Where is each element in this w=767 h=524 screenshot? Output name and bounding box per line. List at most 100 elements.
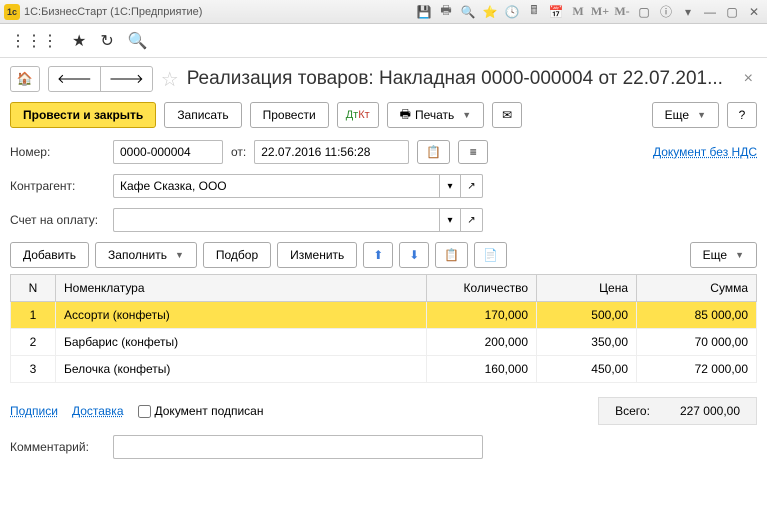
document-content: 🏠 🡐 🡒 ☆ Реализация товаров: Накладная 00…: [0, 58, 767, 524]
help-button[interactable]: ?: [727, 102, 757, 128]
post-and-close-button[interactable]: Провести и закрыть: [10, 102, 156, 128]
history-icon[interactable]: 🕓: [503, 3, 521, 21]
invoice-dropdown-icon[interactable]: ▾: [439, 208, 461, 232]
post-button[interactable]: Провести: [250, 102, 329, 128]
close-document-icon[interactable]: ×: [740, 70, 757, 88]
table-more-button[interactable]: Еще▼: [690, 242, 757, 268]
no-vat-link[interactable]: Документ без НДС: [653, 145, 757, 159]
col-price[interactable]: Цена: [537, 275, 637, 302]
col-qty[interactable]: Количество: [427, 275, 537, 302]
table-row[interactable]: 1Ассорти (конфеты)170,000500,0085 000,00: [11, 302, 757, 329]
col-n[interactable]: N: [11, 275, 56, 302]
cell-sum: 85 000,00: [637, 302, 757, 329]
move-up-button[interactable]: ⬆: [363, 242, 393, 268]
star-icon[interactable]: ★: [72, 31, 86, 51]
number-input[interactable]: [113, 140, 223, 164]
chevron-down-icon: ▼: [462, 110, 471, 120]
memory-mplus-icon[interactable]: M+: [591, 3, 609, 21]
counterparty-dropdown-icon[interactable]: ▾: [439, 174, 461, 198]
move-down-button[interactable]: ⬇: [399, 242, 429, 268]
signed-checkbox-input[interactable]: [138, 405, 151, 418]
memory-mminus-icon[interactable]: M-: [613, 3, 631, 21]
document-header: 🏠 🡐 🡒 ☆ Реализация товаров: Накладная 00…: [10, 66, 757, 92]
col-sum[interactable]: Сумма: [637, 275, 757, 302]
history-list-icon[interactable]: ↻: [100, 31, 113, 51]
minimize-icon[interactable]: —: [701, 3, 719, 21]
pick-button[interactable]: Подбор: [203, 242, 271, 268]
table-toolbar: Добавить Заполнить▼ Подбор Изменить ⬆ ⬇ …: [10, 242, 757, 268]
date-input[interactable]: [254, 140, 409, 164]
paste-button[interactable]: 📄: [474, 242, 507, 268]
from-label: от:: [231, 145, 246, 159]
fill-button[interactable]: Заполнить▼: [95, 242, 197, 268]
signed-checkbox[interactable]: Документ подписан: [138, 404, 264, 418]
counterparty-label: Контрагент:: [10, 179, 105, 193]
save-button[interactable]: Записать: [164, 102, 241, 128]
table-row[interactable]: 3Белочка (конфеты)160,000450,0072 000,00: [11, 356, 757, 383]
chevron-down-icon: ▼: [175, 250, 184, 260]
forward-button[interactable]: 🡒: [100, 67, 152, 91]
print-button[interactable]: 🖶Печать▼: [387, 102, 485, 128]
doc-search-icon[interactable]: 🔍: [459, 3, 477, 21]
home-button[interactable]: 🏠: [10, 66, 40, 92]
signatures-link[interactable]: Подписи: [10, 404, 58, 418]
invoice-input[interactable]: [113, 208, 439, 232]
total-label: Всего:: [615, 404, 650, 418]
dt-kt-button[interactable]: ДтКт: [337, 102, 379, 128]
invoice-label: Счет на оплату:: [10, 213, 105, 227]
add-row-button[interactable]: Добавить: [10, 242, 89, 268]
cell-qty: 170,000: [427, 302, 537, 329]
row-invoice: Счет на оплату: ▾ ↗: [10, 208, 757, 232]
copy-button[interactable]: 📋: [435, 242, 468, 268]
app-logo-icon: 1c: [4, 4, 20, 20]
counterparty-input[interactable]: [113, 174, 439, 198]
cell-price: 350,00: [537, 329, 637, 356]
favorite-icon[interactable]: ⭐: [481, 3, 499, 21]
print-icon[interactable]: 🖶: [437, 3, 455, 21]
table-row[interactable]: 2Барбарис (конфеты)200,000350,0070 000,0…: [11, 329, 757, 356]
memory-m-icon[interactable]: M: [569, 3, 587, 21]
counterparty-open-icon[interactable]: ↗: [461, 174, 483, 198]
comment-label: Комментарий:: [10, 440, 105, 454]
disk-icon[interactable]: 💾: [415, 3, 433, 21]
cell-price: 450,00: [537, 356, 637, 383]
document-title: Реализация товаров: Накладная 0000-00000…: [187, 68, 732, 90]
comment-input[interactable]: [113, 435, 483, 459]
favorite-doc-icon[interactable]: ☆: [161, 67, 179, 92]
chevron-down-icon: ▼: [735, 250, 744, 260]
cell-qty: 200,000: [427, 329, 537, 356]
cell-sum: 70 000,00: [637, 329, 757, 356]
calendar-button[interactable]: 📋: [417, 140, 450, 164]
calendar-icon[interactable]: 📅: [547, 3, 565, 21]
info-icon[interactable]: ⓘ: [657, 3, 675, 21]
dropdown-icon[interactable]: ▾: [679, 3, 697, 21]
chevron-down-icon: ▼: [697, 110, 706, 120]
row-number-date: Номер: от: 📋 ≡ Документ без НДС: [10, 140, 757, 164]
nav-back-forward: 🡐 🡒: [48, 66, 153, 92]
search-icon[interactable]: 🔍: [128, 31, 148, 51]
printer-icon: 🖶: [400, 105, 411, 126]
invoice-open-icon[interactable]: ↗: [461, 208, 483, 232]
total-value: 227 000,00: [680, 404, 740, 418]
number-label: Номер:: [10, 145, 105, 159]
doc-status-button[interactable]: ≡: [458, 140, 488, 164]
edit-button[interactable]: Изменить: [277, 242, 357, 268]
apps-grid-icon[interactable]: ⋮⋮⋮: [10, 31, 58, 51]
row-comment: Комментарий:: [10, 435, 757, 459]
app-toolbar: ⋮⋮⋮ ★ ↻ 🔍: [0, 24, 767, 58]
back-button[interactable]: 🡐: [49, 71, 100, 87]
close-window-icon[interactable]: ✕: [745, 3, 763, 21]
action-bar: Провести и закрыть Записать Провести ДтК…: [10, 102, 757, 128]
maximize-icon[interactable]: ▢: [723, 3, 741, 21]
total-box: Всего: 227 000,00: [598, 397, 757, 425]
cell-price: 500,00: [537, 302, 637, 329]
more-actions-button[interactable]: Еще▼: [652, 102, 719, 128]
calculator-icon[interactable]: 🖩: [525, 3, 543, 21]
delivery-link[interactable]: Доставка: [72, 404, 124, 418]
cell-n: 3: [11, 356, 56, 383]
email-button[interactable]: ✉: [492, 102, 522, 128]
panel-icon[interactable]: ▢: [635, 3, 653, 21]
cell-name: Ассорти (конфеты): [56, 302, 427, 329]
col-name[interactable]: Номенклатура: [56, 275, 427, 302]
footer-row: Подписи Доставка Документ подписан Всего…: [10, 397, 757, 425]
